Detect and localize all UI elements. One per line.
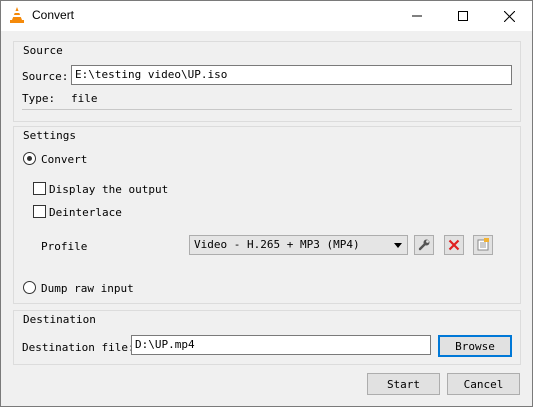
browse-button[interactable]: Browse xyxy=(438,335,512,357)
type-label: Type: xyxy=(22,92,56,105)
cancel-button[interactable]: Cancel xyxy=(447,373,520,395)
delete-profile-button[interactable] xyxy=(444,235,464,255)
chevron-down-icon xyxy=(394,243,402,248)
convert-radio[interactable] xyxy=(23,152,36,165)
vlc-cone-icon xyxy=(9,7,25,24)
source-label: Source: xyxy=(22,70,69,83)
convert-label[interactable]: Convert xyxy=(41,153,87,166)
maximize-button[interactable] xyxy=(440,1,486,31)
edit-profile-button[interactable] xyxy=(414,235,434,255)
new-profile-icon xyxy=(477,238,489,251)
dump-raw-radio[interactable] xyxy=(23,281,36,294)
destination-group-title: Destination xyxy=(23,313,96,326)
new-profile-button[interactable] xyxy=(473,235,493,255)
display-output-checkbox[interactable] xyxy=(33,182,46,195)
minimize-button[interactable] xyxy=(394,1,440,31)
source-group-title: Source xyxy=(23,44,63,57)
settings-group: Settings Convert Display the output Dein… xyxy=(13,126,521,304)
deinterlace-label[interactable]: Deinterlace xyxy=(49,206,122,219)
type-value: file xyxy=(71,92,98,105)
wrench-icon xyxy=(418,239,430,251)
source-group: Source Source: E:\testing video\UP.iso T… xyxy=(13,41,521,122)
delete-x-icon xyxy=(448,239,460,251)
start-button[interactable]: Start xyxy=(367,373,440,395)
display-output-label[interactable]: Display the output xyxy=(49,183,168,196)
deinterlace-checkbox[interactable] xyxy=(33,205,46,218)
title-bar[interactable]: Convert xyxy=(1,1,532,31)
convert-dialog: Convert Source Source: E:\testing video\… xyxy=(0,0,533,407)
minimize-icon xyxy=(412,15,422,17)
destination-file-label: Destination file: xyxy=(22,341,135,354)
profile-select-value: Video - H.265 + MP3 (MP4) xyxy=(194,238,360,251)
destination-group: Destination Destination file: D:\UP.mp4 … xyxy=(13,310,521,365)
profile-select[interactable]: Video - H.265 + MP3 (MP4) xyxy=(189,235,408,255)
source-input[interactable]: E:\testing video\UP.iso xyxy=(71,65,512,85)
maximize-icon xyxy=(458,11,468,21)
dump-raw-label[interactable]: Dump raw input xyxy=(41,282,134,295)
source-separator xyxy=(22,109,512,110)
window-title: Convert xyxy=(32,8,75,22)
destination-file-input[interactable]: D:\UP.mp4 xyxy=(131,335,431,355)
settings-group-title: Settings xyxy=(23,129,76,142)
close-icon xyxy=(503,10,515,22)
close-button[interactable] xyxy=(486,1,532,31)
profile-label: Profile xyxy=(41,240,88,253)
